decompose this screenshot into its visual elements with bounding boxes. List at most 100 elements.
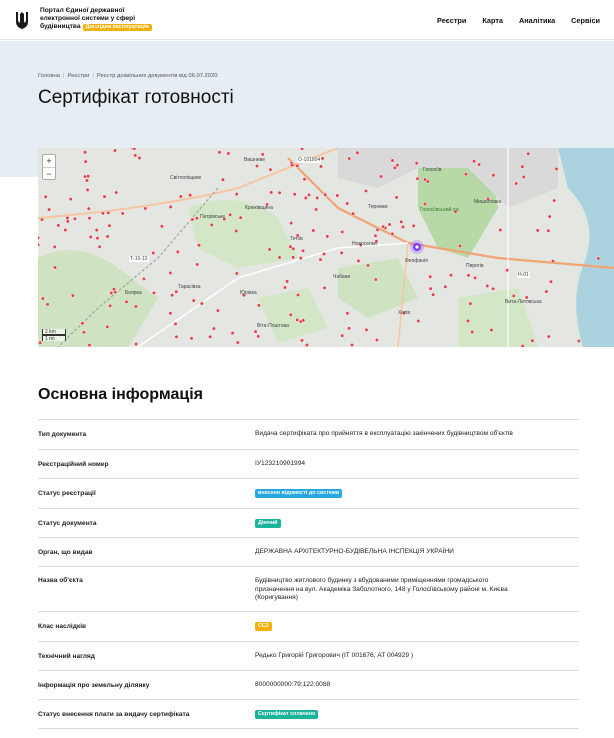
map-object-point[interactable] (290, 163, 295, 168)
map-object-point[interactable] (151, 250, 156, 256)
map-object-point[interactable] (260, 152, 265, 157)
map-object-point[interactable] (355, 150, 360, 155)
breadcrumb-registries[interactable]: Реєстри (68, 73, 90, 79)
map-object-point[interactable] (428, 274, 433, 279)
map-object-point[interactable] (105, 234, 110, 239)
map-object-point[interactable] (349, 342, 355, 347)
map-object-point[interactable] (477, 162, 482, 167)
nav-services[interactable]: Сервіси (571, 16, 600, 25)
map-object-point[interactable] (288, 312, 293, 317)
map-object-point[interactable] (277, 190, 282, 195)
map-object-point[interactable] (45, 302, 50, 307)
map-object-point[interactable] (301, 318, 306, 323)
map-object-point[interactable] (379, 174, 384, 179)
map-object-point[interactable] (267, 247, 272, 252)
map-object-point[interactable] (168, 204, 173, 209)
map-object-point[interactable] (400, 224, 406, 229)
map-object-point[interactable] (535, 228, 540, 233)
map-object-point[interactable] (269, 190, 274, 195)
map-object-point[interactable] (170, 293, 175, 298)
map-object-point[interactable] (291, 255, 296, 260)
map-object-point[interactable] (215, 308, 220, 313)
map-object-point[interactable] (63, 227, 68, 233)
map-object-point[interactable] (235, 340, 240, 345)
map-object-point[interactable] (256, 303, 261, 308)
map-object-point[interactable] (399, 219, 404, 224)
map-object-point[interactable] (411, 223, 416, 228)
map-object-point[interactable] (375, 227, 380, 232)
trident-logo-icon[interactable] (14, 10, 30, 30)
map-object-point[interactable] (505, 268, 510, 273)
map-object-point[interactable] (431, 292, 436, 297)
map-object-point[interactable] (414, 161, 419, 166)
map-object-point[interactable] (299, 338, 305, 343)
map-object-point[interactable] (468, 301, 473, 306)
map-object-point[interactable] (351, 211, 356, 216)
map-object-point[interactable] (70, 293, 75, 298)
map-object-point[interactable] (364, 327, 369, 332)
map-object-point[interactable] (114, 190, 119, 195)
map-object-point[interactable] (552, 198, 557, 203)
map-object-point[interactable] (95, 236, 100, 241)
map-object-point[interactable] (107, 223, 112, 228)
map-object-point[interactable] (345, 201, 350, 206)
map-object-point[interactable] (175, 249, 180, 254)
map-object-point[interactable] (520, 343, 525, 347)
map-object-point[interactable] (256, 334, 261, 339)
map-object-point[interactable] (526, 151, 531, 156)
map-object-point[interactable] (108, 303, 113, 308)
map-object-point[interactable] (65, 215, 70, 221)
map-object-point[interactable] (72, 216, 77, 221)
map-object-point[interactable] (300, 148, 305, 151)
map-object-point[interactable] (226, 151, 231, 156)
map-object-point[interactable] (428, 286, 433, 291)
map-object-point[interactable] (298, 256, 303, 261)
map-object-point[interactable] (111, 287, 117, 292)
map-object-point[interactable] (268, 167, 273, 172)
map-object-point[interactable] (190, 217, 195, 222)
map-object-point[interactable] (307, 192, 312, 198)
map-object-point[interactable] (94, 228, 99, 233)
map-object-point[interactable] (374, 337, 379, 343)
map-object-point[interactable] (88, 234, 93, 240)
map-object-point[interactable] (189, 336, 194, 341)
map-object-point[interactable] (392, 165, 397, 170)
map-object-point[interactable] (100, 211, 105, 216)
map-object-point[interactable] (288, 244, 293, 249)
map-object-point[interactable] (199, 301, 204, 306)
map-object-point[interactable] (425, 179, 430, 184)
map-object-point[interactable] (105, 324, 110, 329)
map-object-point[interactable] (292, 192, 297, 197)
map-object-point[interactable] (373, 233, 378, 238)
zoom-in-button[interactable]: + (43, 155, 55, 167)
map-object-point[interactable] (547, 214, 552, 219)
map-object-point[interactable] (340, 229, 345, 234)
map-object-point[interactable] (68, 197, 73, 202)
map-object-point[interactable] (465, 318, 471, 323)
map-object-point[interactable] (211, 326, 216, 331)
map-object-point[interactable] (387, 222, 392, 227)
map-object-point[interactable] (132, 148, 137, 151)
map-object-point[interactable] (151, 290, 157, 295)
zoom-out-button[interactable]: − (43, 167, 55, 179)
map-object-point[interactable] (390, 231, 395, 236)
map-object-point[interactable] (415, 176, 420, 181)
map-object-point[interactable] (43, 194, 48, 199)
map-object-point[interactable] (86, 206, 91, 211)
map-object-point[interactable] (87, 216, 92, 221)
map-object-point[interactable] (178, 194, 183, 199)
map-object-point[interactable] (491, 286, 496, 291)
map-object-point[interactable] (340, 333, 345, 338)
map-object-point[interactable] (159, 224, 164, 229)
map-object-point[interactable] (133, 304, 138, 309)
map-object-point[interactable] (173, 321, 178, 326)
map-object-point[interactable] (373, 277, 378, 282)
nav-map[interactable]: Карта (482, 16, 503, 25)
map-object-point[interactable] (194, 216, 200, 221)
map-object-point[interactable] (550, 259, 556, 264)
map-object-point[interactable] (168, 311, 173, 316)
map-object-point[interactable] (285, 279, 290, 284)
map-object-point[interactable] (315, 195, 320, 200)
map-object-point[interactable] (83, 174, 88, 179)
map-object-point[interactable] (347, 156, 352, 161)
